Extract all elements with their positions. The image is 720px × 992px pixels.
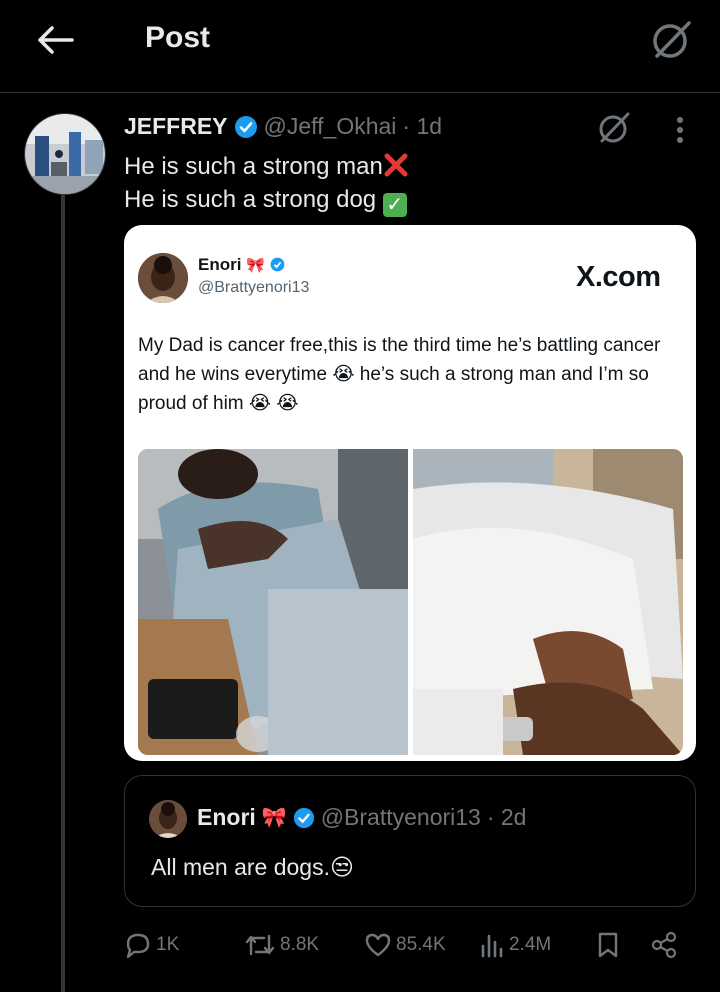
quoted-tweet[interactable]: Enori 🎀 @Brattyenori13 · 2d All men are … — [124, 775, 696, 907]
card-author-name: Enori 🎀 — [198, 255, 285, 275]
tweet-meta: JEFFREY @Jeff_Okhai · 1d — [124, 113, 442, 140]
grok-icon — [599, 112, 630, 143]
card-author-name-text: Enori — [198, 255, 242, 274]
tweet-action-bar: 1K 8.8K 85.4K 2.4M — [124, 925, 694, 965]
share-button[interactable] — [650, 925, 678, 965]
back-button[interactable] — [30, 18, 80, 62]
verified-badge-icon — [270, 257, 284, 272]
grok-explain-button[interactable] — [592, 106, 636, 150]
bookmark-icon — [598, 932, 618, 958]
like-button[interactable]: 85.4K — [364, 925, 446, 965]
reply-button[interactable]: 1K — [124, 925, 179, 965]
verified-badge-icon — [234, 115, 257, 138]
x-com-logo: X.com — [576, 261, 661, 293]
analytics-icon — [481, 934, 503, 958]
repost-count: 8.8K — [280, 934, 320, 955]
thread-connector — [61, 192, 65, 992]
arrow-left-icon — [38, 26, 74, 54]
page-title: Post — [145, 21, 211, 54]
grok-button[interactable] — [645, 14, 697, 66]
hospital-photo-left — [138, 449, 408, 755]
reply-icon — [126, 933, 150, 958]
tweet-timestamp[interactable]: · 1d — [402, 113, 442, 140]
tweet-line-2-text: He is such a strong dog — [124, 186, 377, 213]
quoted-author-name: Enori — [197, 804, 256, 830]
card-author-handle: @Brattyenori13 — [198, 279, 310, 296]
views-button[interactable]: 2.4M — [479, 925, 551, 965]
like-count: 85.4K — [396, 934, 446, 955]
share-icon — [651, 931, 677, 959]
card-body-text: My Dad is cancer free,this is the third … — [138, 335, 661, 414]
author-name[interactable]: JEFFREY — [124, 113, 228, 140]
repost-button[interactable]: 8.8K — [244, 925, 319, 965]
heart-icon — [365, 933, 391, 957]
top-bar: Post — [0, 0, 720, 93]
tweet-line-1-text: He is such a strong man — [124, 153, 383, 180]
more-options-button[interactable] — [662, 110, 698, 150]
bookmark-button[interactable] — [596, 925, 620, 965]
ribbon-icon: 🎀 — [246, 257, 265, 274]
quoted-author-avatar — [149, 800, 187, 838]
tweet-line-2: He is such a strong dog ✓ — [124, 183, 409, 217]
reply-count: 1K — [156, 934, 180, 955]
tweet-line-1: He is such a strong man — [124, 150, 409, 183]
author-handle[interactable]: @Jeff_Okhai — [264, 113, 397, 140]
cross-mark-icon — [383, 152, 409, 178]
more-vertical-icon — [677, 117, 683, 143]
hospital-photo-right — [413, 449, 683, 755]
view-count: 2.4M — [509, 934, 552, 955]
quoted-timestamp: · 2d — [486, 804, 527, 830]
verified-badge-icon — [293, 807, 314, 828]
ribbon-icon: 🎀 — [261, 807, 287, 829]
author-avatar[interactable] — [24, 113, 106, 195]
embedded-image-card[interactable]: Enori 🎀 @Brattyenori13 X.com My Dad is c… — [124, 225, 696, 761]
quoted-tweet-meta: Enori 🎀 @Brattyenori13 · 2d — [197, 804, 526, 831]
grok-icon — [653, 21, 691, 58]
quoted-tweet-text: All men are dogs.😒 — [151, 854, 354, 880]
tweet-body: He is such a strong man He is such a str… — [124, 150, 409, 217]
repost-icon — [245, 934, 275, 956]
card-avatar — [138, 253, 188, 303]
check-mark-icon: ✓ — [382, 193, 407, 217]
quoted-author-handle: @Brattyenori13 — [320, 804, 481, 830]
